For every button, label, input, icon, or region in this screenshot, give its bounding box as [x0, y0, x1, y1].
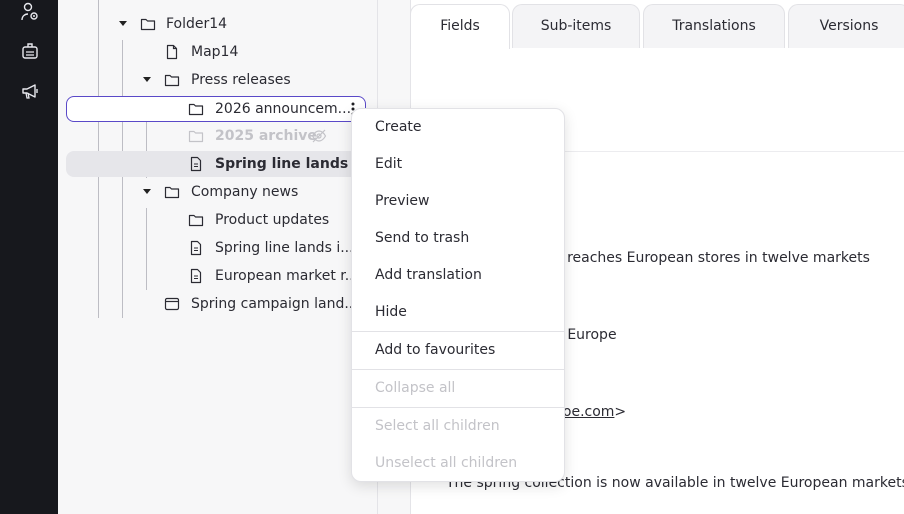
tree-item-label: European market r...	[215, 268, 359, 284]
menu-item-send-to-trash[interactable]: Send to trash	[352, 220, 564, 257]
document-text-icon	[188, 240, 204, 256]
menu-item-select-all-children: Select all children	[375, 418, 500, 434]
tab-bar: Fields Sub-items Translations Versions	[410, 0, 904, 49]
email-suffix: >	[614, 404, 627, 420]
menu-item-hide[interactable]: Hide	[352, 294, 564, 331]
menu-item-edit[interactable]: Edit	[352, 146, 564, 183]
menu-item-collapse-all: Collapse all	[375, 380, 456, 396]
tree-item-product-updates[interactable]: Product updates	[66, 207, 366, 233]
tree-item-spring-line[interactable]: Spring line lands i...	[66, 235, 366, 261]
field-title-value: e reaches European stores in twelve mark…	[554, 250, 870, 266]
caret-down-icon[interactable]	[143, 189, 151, 194]
tree-item-label: Product updates	[215, 212, 330, 228]
menu-item-create[interactable]: Create	[352, 109, 564, 146]
megaphone-icon[interactable]	[20, 81, 40, 101]
folder-icon	[164, 184, 180, 200]
tree-item-spring-campaign[interactable]: Spring campaign land...	[66, 291, 366, 317]
tree-item-press-releases[interactable]: Press releases	[66, 67, 366, 93]
tree-item-2025-archive[interactable]: 2025 archive	[66, 123, 366, 149]
eye-off-icon	[311, 128, 327, 144]
caret-down-icon[interactable]	[119, 21, 127, 26]
menu-item-unselect-all-children: Unselect all children	[375, 455, 518, 471]
menu-item-add-to-favourites[interactable]: Add to favourites	[352, 332, 564, 369]
tree-item-label: Company news	[191, 184, 299, 200]
folder-icon	[188, 128, 204, 144]
tree-item-label: Map14	[191, 44, 239, 60]
tree-item-label: 2026 announcem...	[215, 101, 352, 117]
menu-item-add-translation[interactable]: Add translation	[352, 257, 564, 294]
briefcase-icon[interactable]	[20, 41, 40, 61]
content-tree: Folder14 Map14 Press releases 2026 annou…	[58, 0, 378, 514]
folder-icon	[188, 212, 204, 228]
tree-item-european-market[interactable]: European market r...	[66, 263, 366, 289]
template-icon	[164, 296, 180, 312]
tree-item-map14[interactable]: Map14	[66, 39, 366, 65]
tab-versions[interactable]: Versions	[788, 4, 904, 48]
context-menu: Create Edit Preview Send to trash Add tr…	[351, 108, 565, 482]
document-icon	[164, 44, 180, 60]
tree-item-spring-line-selected[interactable]: Spring line lands i...	[66, 151, 374, 177]
tab-translations[interactable]: Translations	[643, 4, 785, 48]
document-text-icon	[188, 268, 204, 284]
tree-item-label: Spring line lands i...	[215, 156, 374, 172]
tree-item-label: Spring campaign land...	[191, 296, 358, 312]
tree-item-label: 2025 archive	[215, 128, 317, 144]
folder-icon	[164, 72, 180, 88]
tree-item-company-news[interactable]: Company news	[66, 179, 366, 205]
app-rail	[0, 0, 58, 514]
tree-item-label: Folder14	[166, 16, 228, 32]
user-settings-icon[interactable]	[20, 2, 40, 22]
tab-fields[interactable]: Fields	[410, 4, 510, 49]
tree-item-2026-announcements[interactable]: 2026 announcem...	[66, 96, 366, 122]
folder-icon	[140, 16, 156, 32]
document-text-icon	[188, 156, 204, 172]
tree-item-folder14[interactable]: Folder14	[66, 11, 366, 37]
caret-down-icon[interactable]	[143, 77, 151, 82]
menu-item-preview[interactable]: Preview	[352, 183, 564, 220]
tree-item-label: Spring line lands i...	[215, 240, 354, 256]
tab-sub-items[interactable]: Sub-items	[512, 4, 640, 48]
folder-icon	[188, 101, 204, 117]
tree-item-label: Press releases	[191, 72, 291, 88]
